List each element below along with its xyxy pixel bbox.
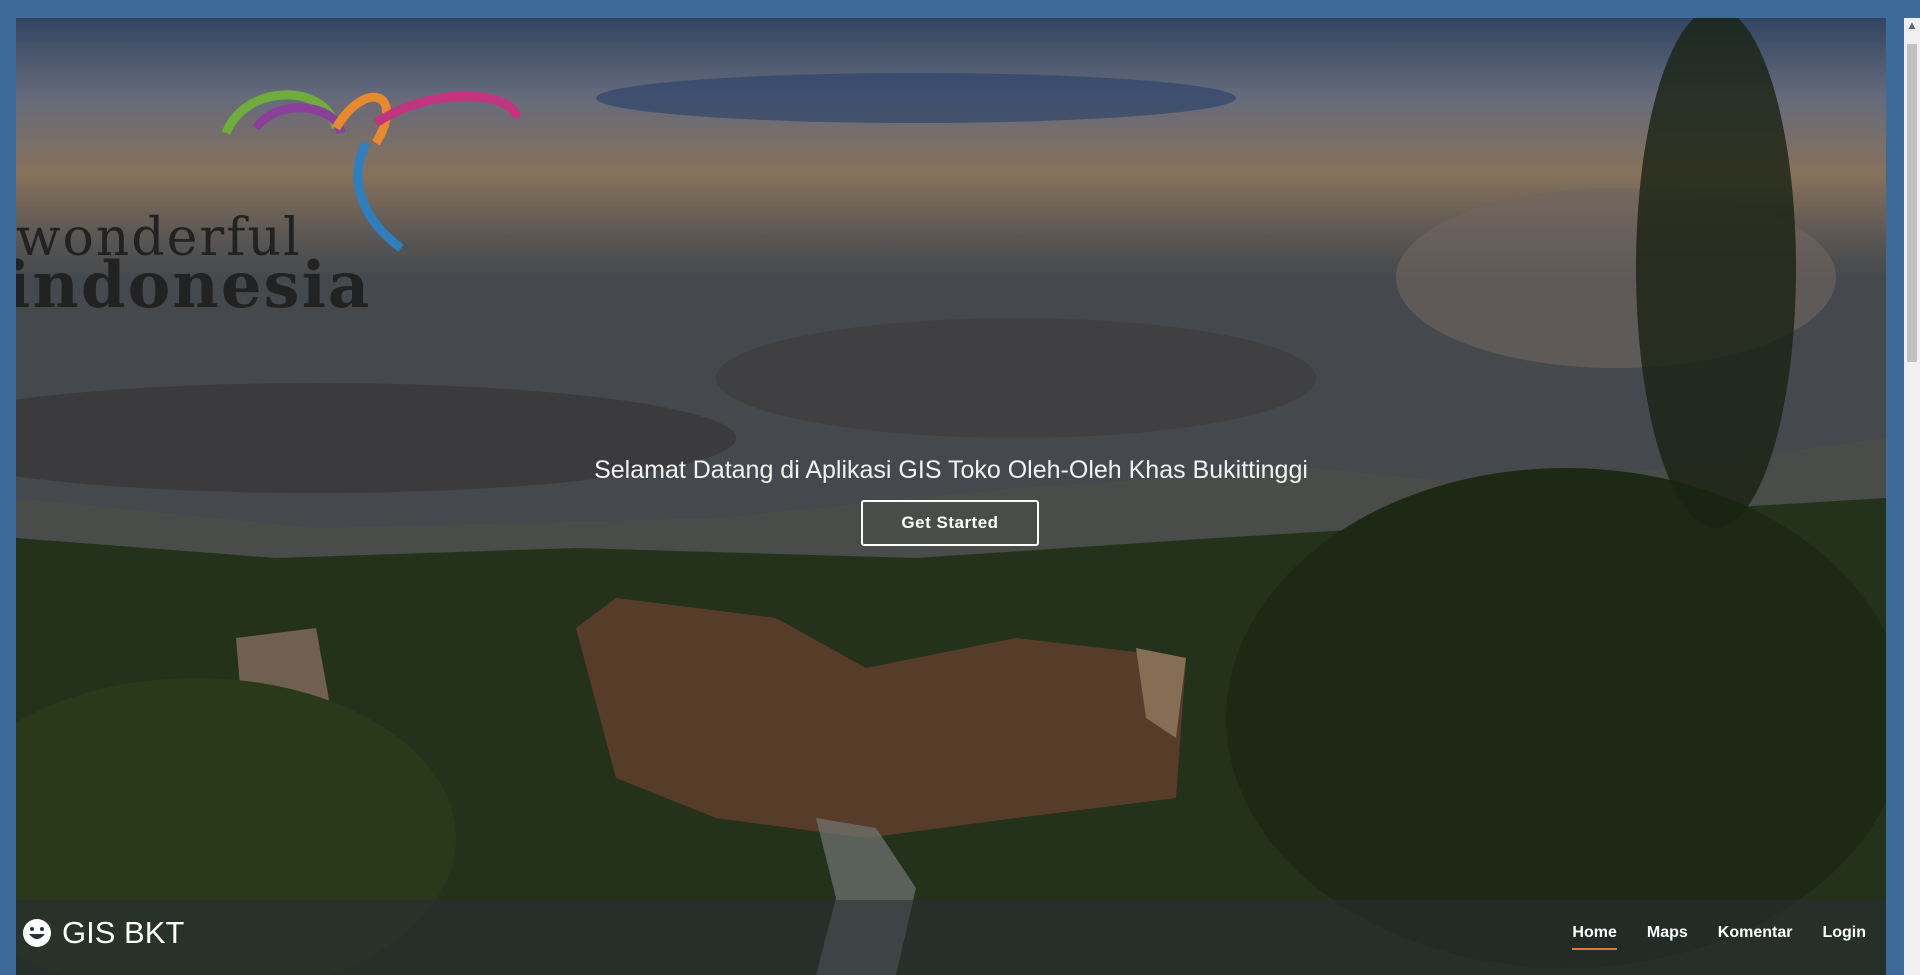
navbar: GIS BKT Home Maps Komentar Login: [16, 900, 1886, 975]
get-started-button[interactable]: Get Started: [861, 500, 1039, 546]
nav-home[interactable]: Home: [1572, 924, 1617, 950]
nav-menu: Home Maps Komentar Login: [1542, 924, 1866, 950]
grin-icon: [23, 919, 51, 947]
hero-section: Selamat Datang di Aplikasi GIS Toko Oleh…: [16, 18, 1886, 975]
brand-link[interactable]: GIS BKT: [22, 915, 184, 951]
vertical-scrollbar[interactable]: ▲: [1904, 18, 1920, 975]
nav-maps[interactable]: Maps: [1647, 924, 1688, 950]
page-viewport: wonderful indonesia Selamat Datang di Ap…: [16, 18, 1886, 975]
nav-komentar[interactable]: Komentar: [1718, 924, 1793, 950]
brand-name: GIS BKT: [62, 915, 185, 950]
hero-title: Selamat Datang di Aplikasi GIS Toko Oleh…: [594, 456, 1308, 484]
nav-login[interactable]: Login: [1822, 924, 1866, 950]
scroll-up-arrow-icon[interactable]: ▲: [1904, 18, 1920, 34]
scrollbar-thumb[interactable]: [1907, 44, 1917, 362]
